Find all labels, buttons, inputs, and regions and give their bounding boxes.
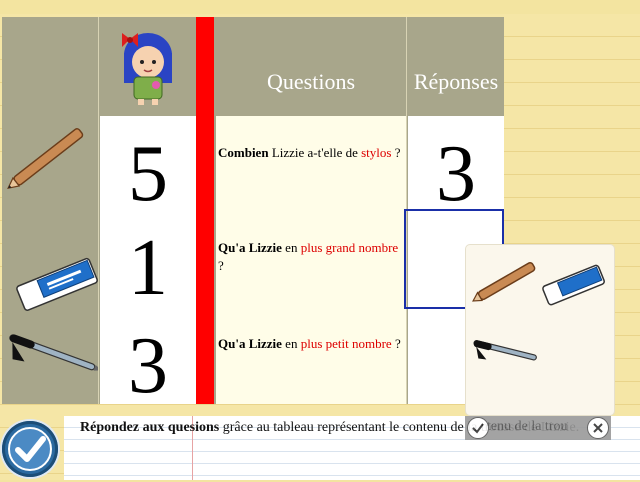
question-3-end: ?: [391, 336, 401, 351]
pen-icon[interactable]: [471, 340, 537, 372]
question-1-bold: Combien: [218, 145, 269, 160]
question-2: Qu'a Lizzie en plus grand nombre ?: [218, 239, 404, 275]
count-eraser: 1: [128, 224, 168, 312]
pencil-icon: [7, 128, 84, 189]
toolbar-label: tenu de la trou: [487, 419, 568, 434]
pencil-icon[interactable]: [471, 262, 536, 305]
question-1-end: ?: [391, 145, 401, 160]
check-icon: [472, 423, 484, 434]
close-icon: [593, 423, 603, 433]
questions-column: Questions Combien Lizzie a-t'elle de sty…: [216, 17, 406, 404]
confirm-button[interactable]: [467, 417, 489, 439]
red-divider: [196, 17, 214, 404]
count-pencil: 5: [128, 130, 168, 218]
validate-button[interactable]: [2, 421, 58, 477]
question-1: Combien Lizzie a-t'elle de stylos ?: [218, 144, 404, 162]
instruction-bold: Répondez aux quesions: [80, 420, 220, 435]
answer-palette: [466, 245, 614, 415]
palette-items: [471, 262, 605, 372]
divider: [98, 17, 99, 404]
image-column: [2, 17, 103, 404]
question-1-highlight: stylos: [361, 145, 392, 160]
pen-icon: [9, 334, 103, 371]
girl-avatar-icon: [122, 33, 172, 105]
question-3-highlight: plus petit nombre: [300, 336, 392, 351]
question-1-text: Lizzie a-t'elle de: [268, 145, 358, 160]
responses-header: Réponses: [408, 17, 504, 116]
eraser-icon[interactable]: [542, 264, 605, 306]
check-icon: [8, 427, 52, 471]
question-3-bold: Qu'a Lizzie: [218, 336, 282, 351]
count-pen: 3: [128, 322, 168, 410]
count-cells: 5 1 3: [100, 116, 196, 410]
item-images: [7, 128, 103, 371]
question-3: Qu'a Lizzie en plus petit nombre ?: [218, 335, 404, 353]
close-button[interactable]: [587, 417, 609, 439]
eraser-icon: [16, 257, 98, 311]
question-3-text: en: [281, 336, 301, 351]
palette-toolbar: tenu de la trou: [465, 416, 611, 440]
questions-header: Questions: [216, 17, 406, 116]
answer-1: 3: [436, 130, 476, 218]
questions-title: Questions: [267, 69, 355, 94]
count-column: 5 1 3: [100, 17, 196, 410]
question-2-highlight: plus grand nombre: [300, 240, 399, 255]
question-2-bold: Qu'a Lizzie: [218, 240, 282, 255]
question-2-text: en: [281, 240, 301, 255]
avatar-header: [100, 17, 196, 116]
top-stripe: [0, 0, 640, 14]
question-2-end: ?: [218, 258, 224, 273]
questions-cells: Combien Lizzie a-t'elle de stylos ? Qu'a…: [216, 116, 406, 404]
responses-title: Réponses: [413, 69, 499, 94]
